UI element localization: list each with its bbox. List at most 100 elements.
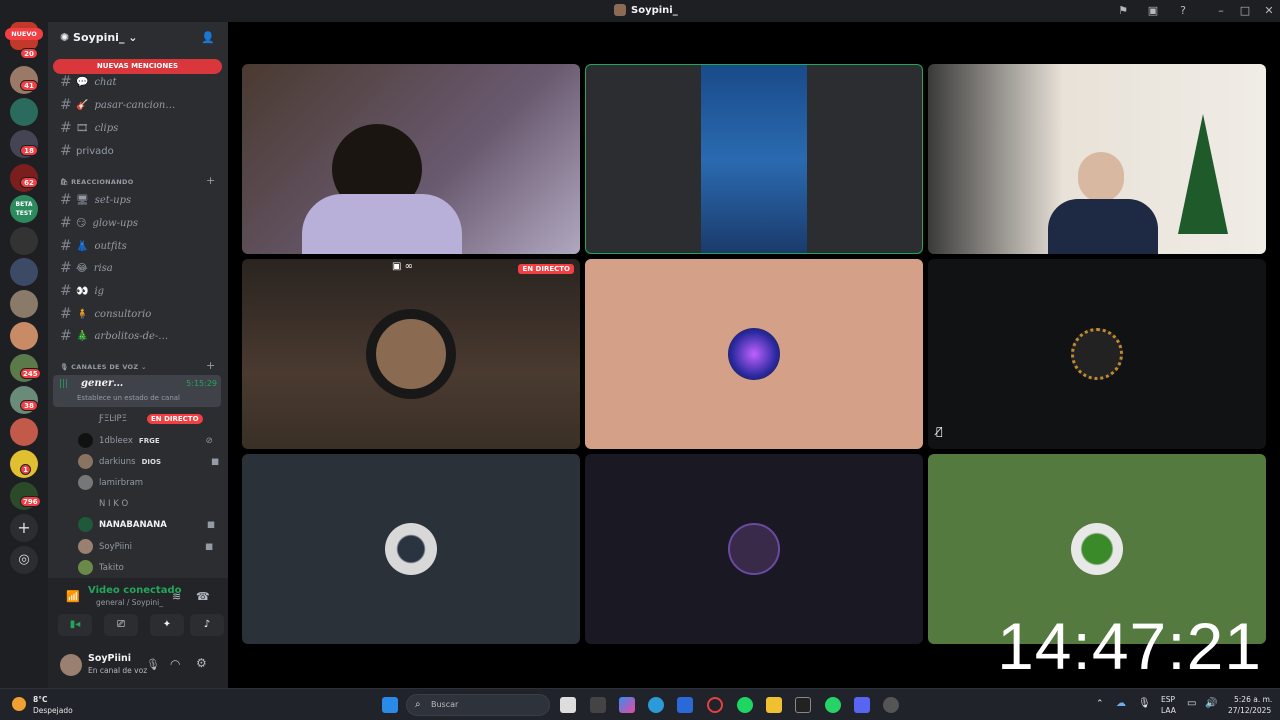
system-time[interactable]: 5:26 a. m. xyxy=(1234,695,1272,704)
video-tile[interactable] xyxy=(585,454,923,644)
guild-icon[interactable] xyxy=(10,98,38,126)
channel-item[interactable]: # 👗 outfits xyxy=(60,238,127,254)
edge-icon[interactable] xyxy=(648,697,664,713)
taskbar-search[interactable]: ⌕ Buscar xyxy=(406,694,550,716)
guild-icon[interactable] xyxy=(10,290,38,318)
guild-icon[interactable] xyxy=(10,322,38,350)
guild-icon[interactable] xyxy=(10,418,38,446)
voice-icon: ||| xyxy=(59,379,69,389)
windows-start-icon[interactable] xyxy=(382,697,398,713)
guild-icon[interactable] xyxy=(10,258,38,286)
channel-item[interactable]: # 🖥 set-ups xyxy=(60,192,131,208)
channel-item[interactable]: # 🎄 arbolitos-de-… xyxy=(60,328,168,344)
voice-user[interactable]: darkiuns DIOS ■ xyxy=(78,454,219,469)
channel-item[interactable]: # 🎸 pasar-cancion… xyxy=(60,97,175,113)
add-member-icon[interactable]: 👤 xyxy=(201,31,215,44)
channel-item[interactable]: # 😏 glow-ups xyxy=(60,215,138,231)
disconnect-icon[interactable]: ☎ xyxy=(196,590,210,603)
voice-user[interactable]: 1dbleex FRGE ⊘ xyxy=(78,433,213,448)
store-icon[interactable] xyxy=(677,697,693,713)
user-name[interactable]: SoyPiini xyxy=(88,653,131,664)
help-icon[interactable]: ? xyxy=(1176,4,1190,18)
new-mentions-banner[interactable]: NUEVAS MENCIONES xyxy=(53,59,222,74)
video-tile[interactable] xyxy=(928,64,1266,254)
connection-status[interactable]: Video conectado xyxy=(88,585,181,596)
show-hidden-icons[interactable]: ⌃ xyxy=(1096,699,1104,709)
voice-user[interactable]: ƑΞĿIPΞ EN DIRECTO xyxy=(78,411,203,426)
microphone-icon[interactable]: 🎙 xyxy=(1138,698,1151,709)
server-header[interactable]: ✺ Soypini_ ⌄ xyxy=(60,31,138,44)
microphone-icon[interactable]: 🎙 xyxy=(146,658,160,671)
add-server-icon[interactable]: + xyxy=(10,514,38,542)
spotify-icon[interactable] xyxy=(737,697,753,713)
connection-channel[interactable]: general / Soypini_ xyxy=(96,598,163,607)
avatar[interactable] xyxy=(60,654,82,676)
category-header[interactable]: 🎙 CANALES DE VOZ ⌄ xyxy=(60,363,147,371)
maximize-icon[interactable]: □ xyxy=(1238,4,1252,18)
discord-icon[interactable] xyxy=(854,697,870,713)
network-icon[interactable]: ▭ xyxy=(1187,698,1196,709)
voice-user[interactable]: N I K O xyxy=(78,496,128,511)
noise-suppression-icon[interactable]: ≋ xyxy=(172,590,181,603)
opera-icon[interactable] xyxy=(707,697,723,713)
discover-icon[interactable]: ◎ xyxy=(10,546,38,574)
category-header[interactable]: 🛍 REACCIONANDO xyxy=(60,178,134,186)
onedrive-icon[interactable]: ☁ xyxy=(1116,698,1126,709)
input-language-layout[interactable]: LAA xyxy=(1161,706,1176,715)
hash-icon: # xyxy=(60,306,72,322)
soundboard-button[interactable]: ♪ xyxy=(190,614,224,636)
flag-icon[interactable]: ⚑ xyxy=(1116,4,1130,18)
beta-test-guild[interactable]: BETA TEST xyxy=(10,195,38,223)
weather-icon[interactable] xyxy=(12,697,26,711)
channel-item[interactable]: # 🎞 clips xyxy=(60,120,118,136)
screen-share-button[interactable]: ⎚ xyxy=(104,614,138,636)
add-channel-icon[interactable]: + xyxy=(206,359,215,372)
channel-status[interactable]: Establece un estado de canal xyxy=(77,394,180,402)
copilot-icon[interactable] xyxy=(619,697,635,713)
channel-emoji: 😂 xyxy=(76,262,88,274)
voice-user[interactable]: lamirbram xyxy=(78,475,143,490)
epic-games-icon[interactable] xyxy=(795,697,811,713)
guild-badge: 38 xyxy=(20,400,38,411)
file-explorer-icon[interactable] xyxy=(766,697,782,713)
input-language[interactable]: ESP xyxy=(1161,695,1175,704)
voice-user[interactable]: SoyPiini ■ xyxy=(78,539,213,554)
user-panel: SoyPiini En canal de voz 🎙 ◠ ⚙ xyxy=(48,648,228,688)
voice-user[interactable]: Takito xyxy=(78,560,124,575)
app-icon[interactable] xyxy=(590,697,606,713)
channel-item[interactable]: # 🧍 consultorio xyxy=(60,306,151,322)
camera-button[interactable]: ▮◂ xyxy=(58,614,92,636)
activities-button[interactable]: ✦ xyxy=(150,614,184,636)
guild-icon[interactable] xyxy=(10,227,38,255)
video-tile-speaking[interactable] xyxy=(585,64,923,254)
channel-name: chat xyxy=(94,76,117,88)
guild-badge: 1 xyxy=(20,464,31,475)
inbox-icon[interactable]: ▣ xyxy=(1146,4,1160,18)
weather-temp[interactable]: 8°C xyxy=(33,695,47,704)
add-channel-icon[interactable]: + xyxy=(206,174,215,187)
app-icon[interactable] xyxy=(883,697,899,713)
whatsapp-icon[interactable] xyxy=(825,697,841,713)
volume-icon[interactable]: 🔊 xyxy=(1205,698,1217,709)
channel-item[interactable]: # privado xyxy=(60,143,114,159)
channel-emoji: 🎞 xyxy=(76,122,89,134)
video-tile[interactable] xyxy=(242,64,580,254)
channel-item[interactable]: # 💬 chat xyxy=(60,74,116,90)
stream-tile[interactable]: EN DIRECTO ▣ ∞ xyxy=(242,259,580,449)
video-tile[interactable] xyxy=(242,454,580,644)
system-date[interactable]: 27/12/2025 xyxy=(1228,706,1271,715)
close-icon[interactable]: ✕ xyxy=(1262,4,1276,18)
weather-desc[interactable]: Despejado xyxy=(33,706,73,715)
hash-icon: # xyxy=(60,97,72,113)
headphones-icon[interactable]: ◠ xyxy=(170,657,180,671)
channel-item[interactable]: # 👀 ig xyxy=(60,283,104,299)
voice-user[interactable]: NANABANANA ■ xyxy=(78,517,215,532)
video-tile[interactable]: 🎙̸ xyxy=(928,259,1266,449)
task-view-icon[interactable] xyxy=(560,697,576,713)
video-tile[interactable] xyxy=(585,259,923,449)
settings-gear-icon[interactable]: ⚙ xyxy=(196,656,207,670)
minimize-icon[interactable]: – xyxy=(1214,4,1228,18)
channel-item[interactable]: # 😂 risa xyxy=(60,260,113,276)
voice-channel-general[interactable]: ||| gener… 5:15:29 Establece un estado d… xyxy=(53,375,221,407)
voice-user-name: 1dbleex xyxy=(99,435,133,446)
